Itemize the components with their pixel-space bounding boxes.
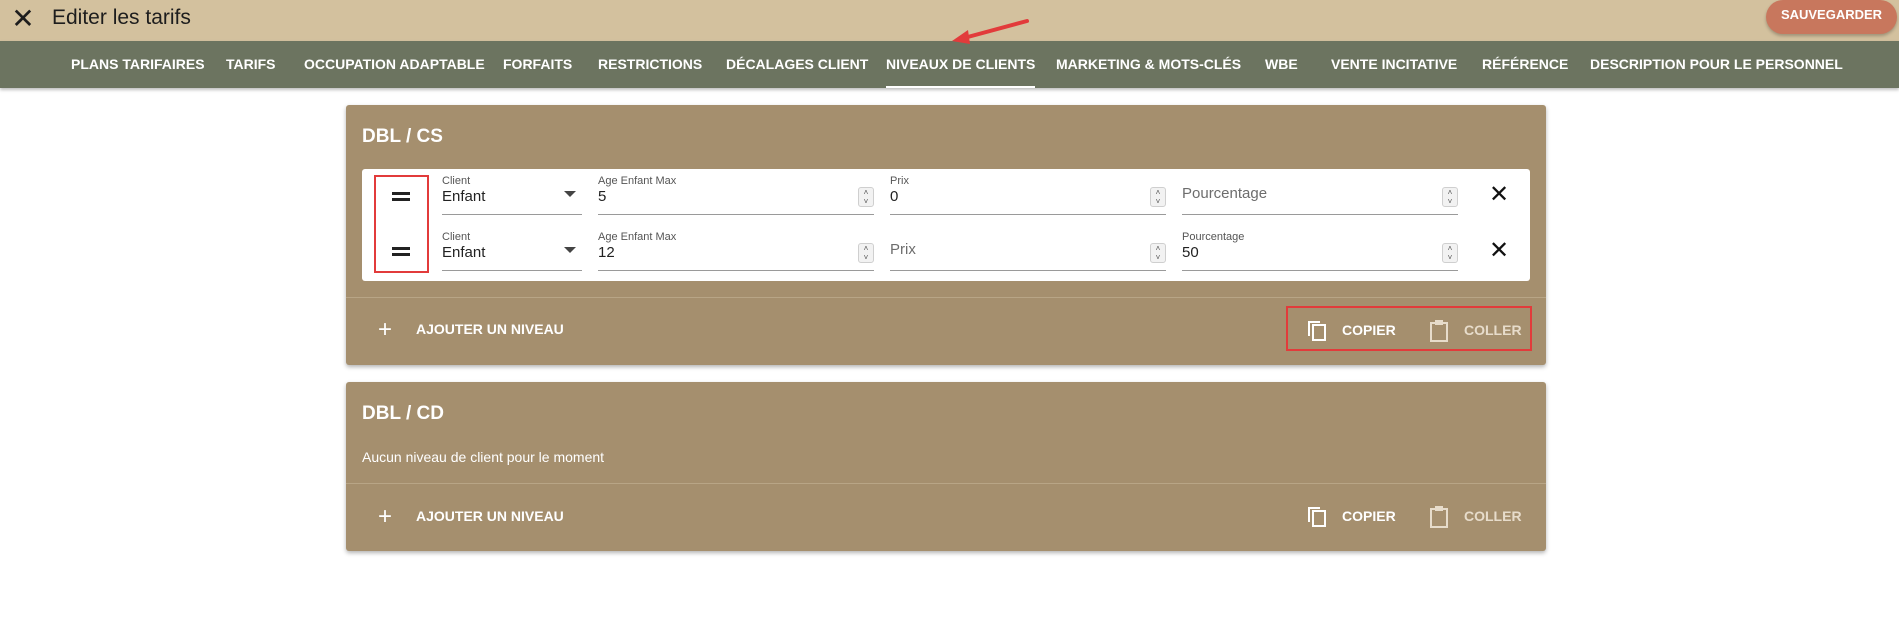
card-dbl-cd: DBL / CD Aucun niveau de client pour le … <box>346 382 1546 551</box>
pourcentage-input[interactable]: Pourcentage ˄ ˅ <box>1182 173 1458 215</box>
add-level-button[interactable]: + AJOUTER UN NIVEAU <box>378 503 564 531</box>
prix-placeholder: Prix <box>890 241 916 258</box>
copy-label: COPIER <box>1342 508 1396 524</box>
tab-bar: PLANS TARIFAIRES TARIFS OCCUPATION ADAPT… <box>0 41 1899 88</box>
tab-wbe[interactable]: WBE <box>1265 41 1298 88</box>
add-level-label: AJOUTER UN NIVEAU <box>416 321 564 337</box>
clipboard-icon <box>1430 506 1448 528</box>
remove-row-icon[interactable]: ✕ <box>1487 183 1511 208</box>
copy-button[interactable]: COPIER <box>1306 502 1406 530</box>
prix-label: Prix <box>890 175 909 187</box>
close-icon[interactable]: ✕ <box>8 4 38 34</box>
paste-label: COLLER <box>1464 508 1522 524</box>
age-enfant-max-input[interactable]: Age Enfant Max 12 ˄ ˅ <box>598 229 874 271</box>
age-label: Age Enfant Max <box>598 175 677 187</box>
empty-state-text: Aucun niveau de client pour le moment <box>362 449 605 465</box>
pourcentage-label: Pourcentage <box>1182 231 1245 243</box>
remove-row-icon[interactable]: ✕ <box>1487 239 1511 264</box>
stepper-icon[interactable]: ˄ ˅ <box>1442 243 1458 263</box>
tab-vente-incitative[interactable]: VENTE INCITATIVE <box>1331 41 1457 88</box>
clipboard-icon <box>1430 320 1448 342</box>
copy-icon <box>1308 321 1326 341</box>
paste-label: COLLER <box>1464 322 1522 338</box>
tab-reference[interactable]: RÉFÉRENCE <box>1482 41 1568 88</box>
dropdown-arrow-icon <box>564 191 576 197</box>
client-levels-list: Client Enfant Age Enfant Max 5 ˄ ˅ Prix 0… <box>362 169 1530 281</box>
page-title: Editer les tarifs <box>52 6 191 29</box>
prix-input[interactable]: Prix 0 ˄ ˅ <box>890 173 1166 215</box>
pourcentage-value: 50 <box>1182 244 1199 261</box>
tab-forfaits[interactable]: FORFAITS <box>503 41 572 88</box>
tab-niveaux-de-clients[interactable]: NIVEAUX DE CLIENTS <box>886 41 1036 88</box>
stepper-icon[interactable]: ˄ ˅ <box>1442 187 1458 207</box>
plus-icon: + <box>378 316 393 344</box>
age-value: 5 <box>598 188 607 205</box>
age-enfant-max-input[interactable]: Age Enfant Max 5 ˄ ˅ <box>598 173 874 215</box>
tab-occupation-adaptable[interactable]: OCCUPATION ADAPTABLE <box>304 41 485 88</box>
prix-value: 0 <box>890 188 899 205</box>
client-label: Client <box>442 231 471 243</box>
card-title: DBL / CS <box>362 126 443 147</box>
annotation-arrow-icon <box>952 19 1029 44</box>
save-button[interactable]: SAUVEGARDER <box>1766 0 1897 34</box>
drag-handle-icon[interactable] <box>390 245 412 257</box>
tab-restrictions[interactable]: RESTRICTIONS <box>598 41 702 88</box>
divider <box>346 297 1546 298</box>
stepper-icon[interactable]: ˄ ˅ <box>858 187 874 207</box>
paste-button[interactable]: COLLER <box>1428 502 1528 530</box>
client-select[interactable]: Client Enfant <box>442 229 582 271</box>
drag-handle-icon[interactable] <box>390 190 412 202</box>
stepper-icon[interactable]: ˄ ˅ <box>858 243 874 263</box>
age-value: 12 <box>598 244 615 261</box>
tab-decalages-client[interactable]: DÉCALAGES CLIENT <box>726 41 868 88</box>
client-select[interactable]: Client Enfant <box>442 173 582 215</box>
pourcentage-input[interactable]: Pourcentage 50 ˄ ˅ <box>1182 229 1458 271</box>
age-label: Age Enfant Max <box>598 231 677 243</box>
tab-plans-tarifaires[interactable]: PLANS TARIFAIRES <box>71 41 205 88</box>
tab-marketing-mots-cles[interactable]: MARKETING & MOTS-CLÉS <box>1056 41 1241 88</box>
divider <box>346 483 1546 484</box>
client-label: Client <box>442 175 471 187</box>
prix-input[interactable]: Prix ˄ ˅ <box>890 229 1166 271</box>
card-title: DBL / CD <box>362 403 444 424</box>
copy-button[interactable]: COPIER <box>1306 316 1406 344</box>
paste-button[interactable]: COLLER <box>1428 316 1528 344</box>
plus-icon: + <box>378 503 393 531</box>
card-dbl-cs: DBL / CS Client Enfant Age Enfant Max 5 … <box>346 105 1546 365</box>
pourcentage-placeholder: Pourcentage <box>1182 185 1268 202</box>
tab-description-personnel[interactable]: DESCRIPTION POUR LE PERSONNEL <box>1590 41 1843 88</box>
client-value: Enfant <box>442 188 486 205</box>
add-level-label: AJOUTER UN NIVEAU <box>416 508 564 524</box>
add-level-button[interactable]: + AJOUTER UN NIVEAU <box>378 316 564 344</box>
stepper-icon[interactable]: ˄ ˅ <box>1150 187 1166 207</box>
client-value: Enfant <box>442 244 486 261</box>
copy-icon <box>1308 507 1326 527</box>
tab-tarifs[interactable]: TARIFS <box>226 41 276 88</box>
copy-label: COPIER <box>1342 322 1396 338</box>
stepper-icon[interactable]: ˄ ˅ <box>1150 243 1166 263</box>
dropdown-arrow-icon <box>564 247 576 253</box>
